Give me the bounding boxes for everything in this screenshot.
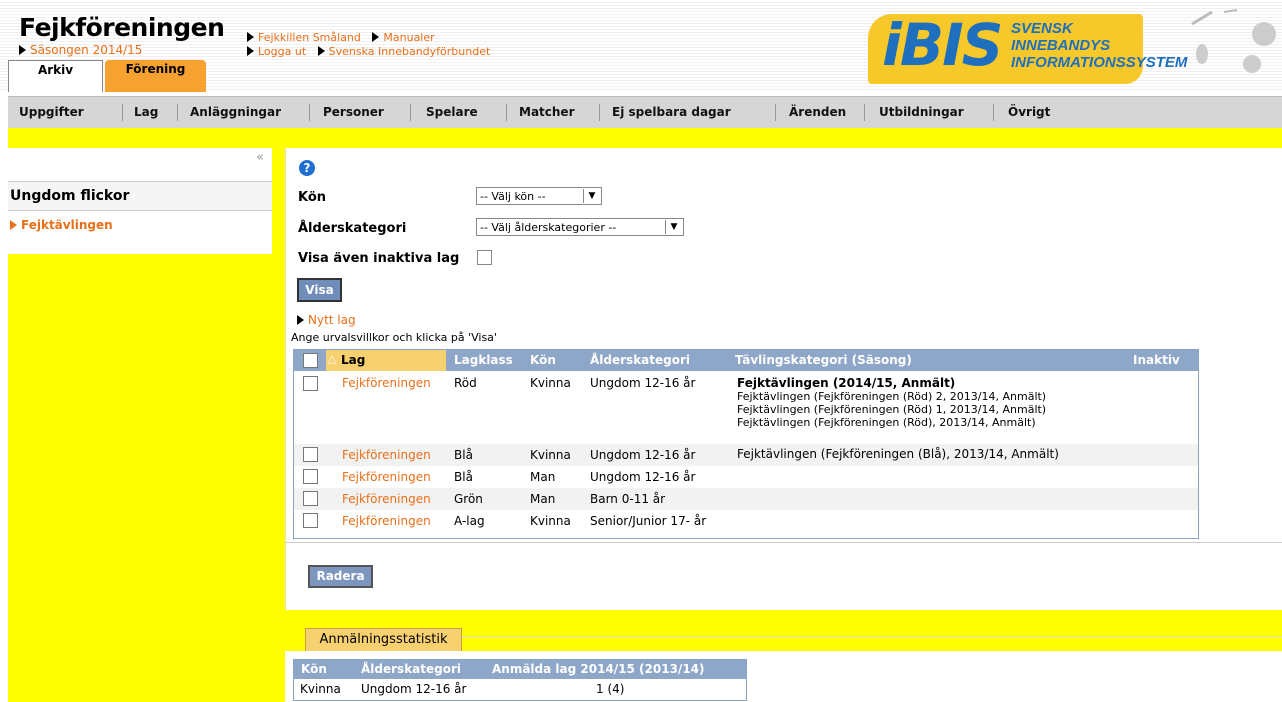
- tab-anmalningsstatistik[interactable]: Anmälningsstatistik: [305, 628, 462, 652]
- club-name: Fejkföreningen: [19, 13, 225, 42]
- link-forbundet[interactable]: Svenska Innebandyförbundet: [317, 45, 490, 58]
- stats-table: Kön Ålderskategori Anmälda lag 2014/15 (…: [293, 659, 747, 701]
- tab-arkiv[interactable]: Arkiv: [8, 60, 103, 92]
- inaktiva-checkbox[interactable]: [477, 250, 492, 265]
- top-links: Fejkkillen Småland Manualer Logga ut Sve…: [247, 31, 498, 59]
- team-link[interactable]: Fejkföreningen: [342, 448, 431, 462]
- arrow-icon: [19, 45, 26, 55]
- inaktiva-label: Visa även inaktiva lag: [298, 251, 460, 266]
- table-row: Fejkföreningen A-lag Kvinna Senior/Junio…: [294, 510, 1198, 532]
- nav-ovrigt[interactable]: Övrigt: [1008, 97, 1050, 128]
- nav-spelare[interactable]: Spelare: [426, 97, 478, 128]
- nav-anlaggningar[interactable]: Anläggningar: [190, 97, 281, 128]
- sidebar-item-fejktavlingen[interactable]: Fejktävlingen: [10, 218, 113, 232]
- sidebar-heading: Ungdom flickor: [8, 181, 272, 211]
- alder-label: Ålderskategori: [298, 221, 407, 236]
- link-logga-ut[interactable]: Logga ut: [247, 45, 306, 58]
- table-row: Fejkföreningen Blå Kvinna Ungdom 12-16 å…: [294, 444, 1198, 466]
- table-row: Fejkföreningen Röd Kvinna Ungdom 12-16 å…: [294, 372, 1198, 444]
- row-checkbox[interactable]: [303, 513, 318, 528]
- nav-utbildningar[interactable]: Utbildningar: [879, 97, 964, 128]
- hint-text: Ange urvalsvillkor och klicka på 'Visa': [291, 331, 497, 344]
- nav-lag[interactable]: Lag: [134, 97, 158, 128]
- row-checkbox[interactable]: [303, 469, 318, 484]
- kon-label: Kön: [298, 190, 327, 205]
- season-link[interactable]: Säsongen 2014/15: [19, 43, 142, 57]
- row-checkbox[interactable]: [303, 447, 318, 462]
- link-user[interactable]: Fejkkillen Småland: [247, 31, 361, 44]
- team-link[interactable]: Fejkföreningen: [342, 470, 431, 484]
- chevron-down-icon: ▼: [665, 220, 682, 234]
- visa-button[interactable]: Visa: [297, 278, 342, 302]
- sort-lag-header[interactable]: △ Lag: [326, 350, 446, 371]
- ibis-logo: iBIS SVENSK INNEBANDYS INFORMATIONSSYSTE…: [868, 9, 1282, 92]
- table-row: Kvinna Ungdom 12-16 år 1 (4): [300, 682, 625, 696]
- nytt-lag-link[interactable]: Nytt lag: [297, 313, 356, 327]
- logo-decoration: [1191, 9, 1276, 73]
- teams-table: △ Lag Lagklass Kön Ålderskategori Tävlin…: [293, 349, 1199, 539]
- team-link[interactable]: Fejkföreningen: [342, 514, 431, 528]
- row-checkbox[interactable]: [303, 491, 318, 506]
- kon-select[interactable]: -- Välj kön -- ▼: [476, 187, 602, 205]
- help-icon[interactable]: ?: [299, 160, 315, 176]
- row-checkbox[interactable]: [303, 376, 318, 391]
- sidebar: « Ungdom flickor Fejktävlingen: [8, 148, 272, 254]
- main-panel: ? Kön -- Välj kön -- ▼ Ålderskategori -- …: [285, 148, 1282, 610]
- main-nav: Uppgifter Lag Anläggningar Personer Spel…: [8, 96, 1282, 129]
- table-header: △ Lag Lagklass Kön Ålderskategori Tävlin…: [294, 350, 1198, 371]
- sort-icon: △: [328, 352, 337, 365]
- tab-forening[interactable]: Förening: [105, 60, 206, 92]
- divider: [462, 636, 1282, 637]
- alder-select[interactable]: -- Välj ålderskategorier -- ▼: [476, 218, 684, 236]
- nav-personer[interactable]: Personer: [323, 97, 384, 128]
- link-manualer[interactable]: Manualer: [372, 31, 435, 44]
- table-row: Fejkföreningen Grön Man Barn 0-11 år: [294, 488, 1198, 510]
- select-all-checkbox[interactable]: [303, 353, 318, 368]
- nav-matcher[interactable]: Matcher: [519, 97, 575, 128]
- header: Fejkföreningen Säsongen 2014/15 Arkiv Fö…: [0, 0, 1282, 92]
- nav-arenden[interactable]: Ärenden: [789, 97, 846, 128]
- team-link[interactable]: Fejkföreningen: [342, 492, 431, 506]
- nav-uppgifter[interactable]: Uppgifter: [19, 97, 84, 128]
- chevron-down-icon: ▼: [583, 189, 600, 203]
- radera-button[interactable]: Radera: [308, 565, 373, 588]
- table-header: Kön Ålderskategori Anmälda lag 2014/15 (…: [294, 660, 746, 679]
- collapse-icon[interactable]: «: [256, 150, 264, 165]
- table-row: Fejkföreningen Blå Man Ungdom 12-16 år: [294, 466, 1198, 488]
- team-link[interactable]: Fejkföreningen: [342, 376, 431, 390]
- nav-ej-spelbara-dagar[interactable]: Ej spelbara dagar: [612, 97, 731, 128]
